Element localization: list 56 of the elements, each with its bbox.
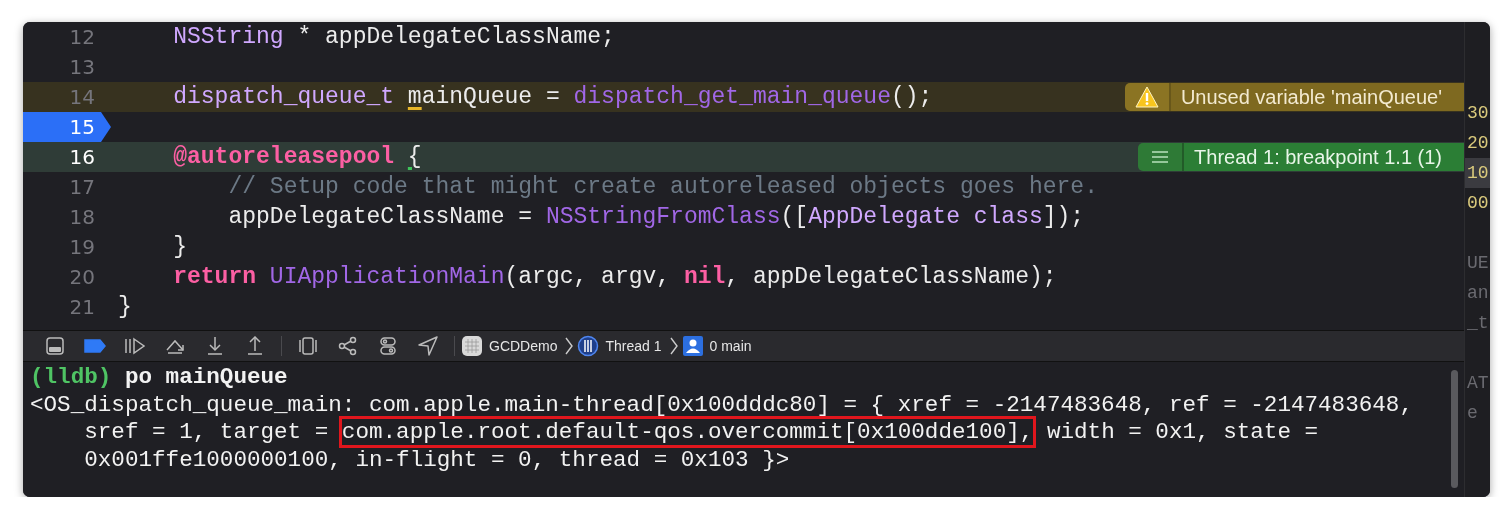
list-icon	[1150, 150, 1171, 164]
code-fragment: UE	[1466, 252, 1490, 275]
warning-icon	[1134, 86, 1159, 108]
step-out-icon[interactable]	[246, 336, 264, 356]
console-output: <OS_dispatch_queue_main: com.apple.main-thread[0x100dddc80] = { xref = -2147483648, ref = -2147483648,	[30, 391, 1413, 418]
code-line: // Setup code that might create autoreleased objects goes here.	[227, 174, 1098, 200]
highlighted-output: com.apple.root.default-qos.overcommit[0x100dde100],	[341, 419, 1034, 445]
line-number: 16	[69, 145, 95, 169]
chevron-icon	[669, 337, 678, 355]
code-fragment: 20	[1466, 132, 1490, 155]
code-fragment: _t	[1466, 312, 1490, 335]
location-arrow-icon[interactable]	[418, 336, 438, 356]
breadcrumb-item[interactable]: 0 main	[681, 335, 752, 357]
user-frame-icon	[681, 335, 704, 357]
console-toggle-icon[interactable]	[46, 337, 64, 355]
console-output: width = 0x1, state =	[1045, 419, 1319, 445]
switches-icon[interactable]	[379, 336, 397, 356]
line-number: 19	[69, 235, 95, 259]
code-fragment: e	[1466, 402, 1479, 425]
code-line: return UIApplicationMain(argc, argv, nil, appDelegateClassName);	[172, 264, 1057, 290]
code-fragment: 30	[1466, 102, 1490, 125]
code-fragment: an	[1466, 282, 1490, 305]
step-into-icon[interactable]	[206, 336, 224, 356]
console-output: 0x001ffe1000000100, in-flight = 0, thread = 0x103 }>	[83, 446, 790, 473]
code-fragment: AT	[1466, 372, 1490, 395]
code-fragment: 00	[1466, 192, 1490, 215]
code-line: }	[118, 294, 132, 320]
code-line: }	[172, 234, 187, 260]
line-number: 20	[69, 265, 95, 289]
breakpoint-icon[interactable]	[84, 339, 106, 353]
line-number: 15	[69, 115, 95, 139]
console-prompt: (lldb)	[30, 364, 112, 390]
thread-icon	[577, 335, 600, 357]
line-number: 18	[69, 205, 95, 229]
code-line: @autoreleasepool {	[172, 144, 422, 170]
line-number: 12	[69, 25, 95, 49]
line-number: 21	[69, 295, 95, 319]
line-number: 14	[69, 85, 95, 109]
console-command: po mainQueue	[123, 364, 288, 390]
continue-icon[interactable]	[124, 337, 146, 355]
code-line: dispatch_queue_t mainQueue = dispatch_get_main_queue();	[172, 84, 933, 110]
layers-icon[interactable]	[298, 336, 318, 356]
breadcrumb-item[interactable]: Thread 1	[577, 335, 662, 357]
chevron-icon	[565, 337, 574, 355]
breakpoint-marker[interactable]: 15	[23, 112, 111, 142]
code-fragment: 10	[1465, 158, 1490, 188]
code-line: appDelegateClassName = NSStringFromClass([AppDelegate class]);	[227, 204, 1085, 230]
line-number: 13	[69, 55, 95, 79]
breadcrumb-item[interactable]: GCDDemo	[461, 335, 558, 357]
code-line: NSString * appDelegateClassName;	[172, 24, 615, 50]
nodes-icon[interactable]	[338, 336, 358, 356]
console-output: sref = 1, target =	[83, 419, 330, 445]
scrollbar[interactable]	[1451, 370, 1458, 488]
line-number: 17	[69, 175, 95, 199]
step-over-icon[interactable]	[164, 337, 186, 355]
app-icon	[461, 335, 483, 357]
